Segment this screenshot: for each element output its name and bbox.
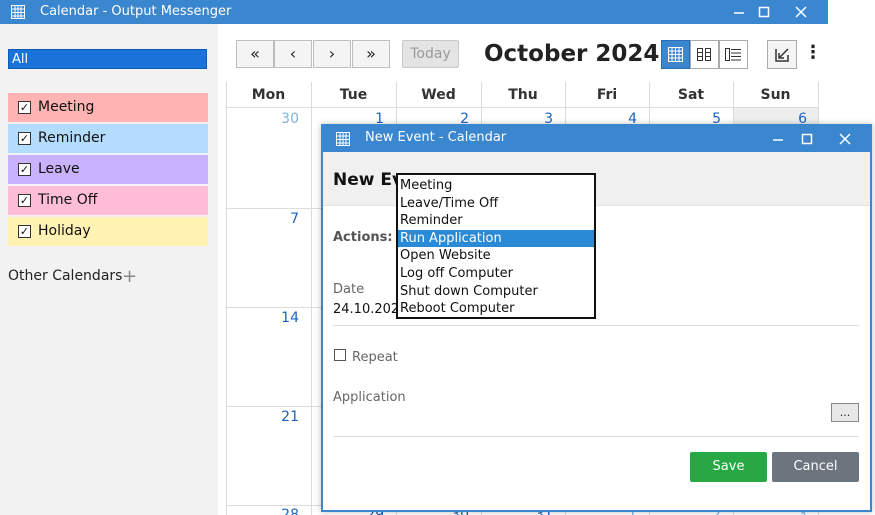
calendar-grid-icon bbox=[335, 131, 351, 151]
dialog-titlebar: New Event - Calendar bbox=[323, 126, 870, 152]
category-time-off[interactable]: ✓ Time Off bbox=[8, 186, 208, 215]
checkbox-checked-icon[interactable]: ✓ bbox=[18, 194, 31, 207]
category-leave[interactable]: ✓ Leave bbox=[8, 155, 208, 184]
day-number[interactable]: 7 bbox=[269, 211, 299, 227]
more-options-button[interactable]: ⋮ bbox=[804, 41, 822, 67]
dropdown-option-selected[interactable]: Run Application bbox=[398, 229, 594, 248]
arrow-down-left-icon bbox=[775, 48, 789, 62]
maximize-button[interactable] bbox=[754, 2, 774, 22]
date-label: Date bbox=[333, 282, 365, 297]
last-page-button[interactable]: » bbox=[352, 40, 390, 68]
category-label: Meeting bbox=[38, 99, 95, 115]
dialog-minimize-button[interactable] bbox=[768, 129, 788, 149]
repeat-checkbox[interactable] bbox=[334, 349, 346, 361]
week-columns-icon bbox=[697, 48, 711, 61]
window-titlebar: Calendar - Output Messenger bbox=[0, 0, 828, 24]
day-header: Tue bbox=[311, 82, 396, 108]
category-label: Holiday bbox=[38, 223, 91, 239]
dialog-close-button[interactable] bbox=[835, 129, 855, 149]
dropdown-option[interactable]: Meeting bbox=[398, 177, 594, 195]
previous-button[interactable]: ‹ bbox=[274, 40, 312, 68]
category-meeting[interactable]: ✓ Meeting bbox=[8, 93, 208, 122]
close-button[interactable] bbox=[791, 2, 811, 22]
actions-label: Actions: bbox=[333, 230, 393, 245]
dropdown-option[interactable]: Open Website bbox=[398, 247, 594, 265]
save-button[interactable]: Save bbox=[690, 452, 767, 482]
checkbox-checked-icon[interactable]: ✓ bbox=[18, 225, 31, 238]
maximize-icon bbox=[758, 6, 770, 18]
actions-dropdown-list[interactable]: Meeting Leave/Time Off Reminder Run Appl… bbox=[396, 173, 596, 319]
cancel-button[interactable]: Cancel bbox=[772, 452, 859, 482]
dropdown-option[interactable]: Reboot Computer bbox=[398, 300, 594, 318]
category-holiday[interactable]: ✓ Holiday bbox=[8, 217, 208, 246]
close-icon bbox=[795, 6, 807, 18]
day-header: Wed bbox=[396, 82, 481, 108]
month-title: October 2024 bbox=[484, 41, 660, 67]
category-label: Reminder bbox=[38, 130, 106, 146]
checkbox-checked-icon[interactable]: ✓ bbox=[18, 101, 31, 114]
week-view-button[interactable] bbox=[690, 40, 719, 69]
category-label: Leave bbox=[38, 161, 80, 177]
application-label: Application bbox=[333, 390, 406, 405]
close-icon bbox=[839, 133, 851, 145]
day-header: Fri bbox=[565, 82, 649, 108]
category-label: Time Off bbox=[38, 192, 98, 208]
dropdown-option[interactable]: Reminder bbox=[398, 212, 594, 230]
divider bbox=[333, 325, 859, 326]
day-number[interactable]: 21 bbox=[269, 409, 299, 425]
day-number[interactable]: 28 bbox=[269, 507, 299, 515]
category-reminder[interactable]: ✓ Reminder bbox=[8, 124, 208, 153]
first-page-button[interactable]: « bbox=[236, 40, 274, 68]
day-number[interactable]: 14 bbox=[269, 310, 299, 326]
checkbox-checked-icon[interactable]: ✓ bbox=[18, 132, 31, 145]
repeat-label: Repeat bbox=[352, 350, 398, 365]
minimize-icon bbox=[773, 139, 783, 141]
next-button[interactable]: › bbox=[313, 40, 351, 68]
dropdown-option[interactable]: Log off Computer bbox=[398, 265, 594, 283]
day-header: Sun bbox=[733, 82, 818, 108]
minimize-button[interactable] bbox=[729, 2, 749, 22]
day-number[interactable]: 30 bbox=[269, 111, 299, 127]
day-header: Thu bbox=[481, 82, 565, 108]
maximize-icon bbox=[801, 133, 813, 145]
dropdown-option[interactable]: Shut down Computer bbox=[398, 283, 594, 301]
calendar-filter-select[interactable]: All bbox=[8, 49, 207, 69]
month-view-button[interactable] bbox=[661, 40, 690, 69]
calendar-grid-icon bbox=[10, 4, 26, 24]
dropdown-option[interactable]: Leave/Time Off bbox=[398, 195, 594, 213]
divider bbox=[333, 436, 859, 437]
list-view-button[interactable] bbox=[719, 40, 748, 69]
browse-application-button[interactable]: ... bbox=[831, 403, 859, 422]
dialog-maximize-button[interactable] bbox=[797, 129, 817, 149]
other-calendars-label: Other Calendars bbox=[8, 268, 123, 284]
export-button[interactable] bbox=[767, 40, 797, 69]
minimize-icon bbox=[734, 12, 744, 14]
day-header: Sat bbox=[649, 82, 733, 108]
checkbox-checked-icon[interactable]: ✓ bbox=[18, 163, 31, 176]
month-grid-icon bbox=[668, 47, 683, 62]
list-rows-icon bbox=[725, 48, 741, 61]
window-title: Calendar - Output Messenger bbox=[40, 4, 232, 19]
dialog-title: New Event - Calendar bbox=[365, 130, 507, 145]
add-calendar-icon[interactable]: + bbox=[122, 266, 137, 287]
day-header: Mon bbox=[226, 82, 311, 108]
today-button[interactable]: Today bbox=[402, 40, 459, 68]
grid-divider bbox=[311, 82, 312, 515]
